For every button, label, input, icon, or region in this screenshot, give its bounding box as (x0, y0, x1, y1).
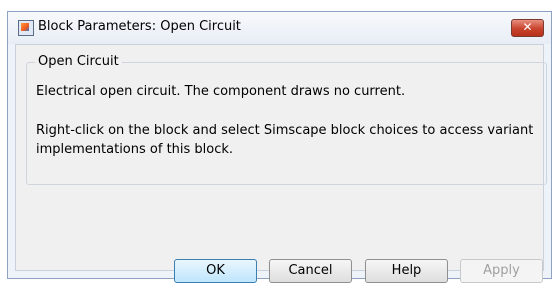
title-bar[interactable]: Block Parameters: Open Circuit ✕ (8, 12, 551, 44)
simulink-block-icon (18, 20, 34, 36)
variant-help-text: Right-click on the block and select Sims… (36, 123, 534, 157)
close-icon: ✕ (522, 20, 533, 34)
window-title: Block Parameters: Open Circuit (38, 19, 241, 34)
close-button[interactable]: ✕ (511, 19, 544, 37)
cancel-button[interactable]: Cancel (269, 259, 352, 283)
group-legend: Open Circuit (35, 54, 122, 69)
parameters-group: Open Circuit Electrical open circuit. Th… (26, 54, 547, 185)
ok-button[interactable]: OK (174, 259, 257, 283)
dialog-content: Open Circuit Electrical open circuit. Th… (15, 44, 547, 283)
apply-button[interactable]: Apply (460, 259, 543, 283)
block-description: Electrical open circuit. The component d… (36, 84, 406, 99)
dialog-window: Block Parameters: Open Circuit ✕ Open Ci… (7, 11, 552, 283)
help-button[interactable]: Help (365, 259, 448, 283)
